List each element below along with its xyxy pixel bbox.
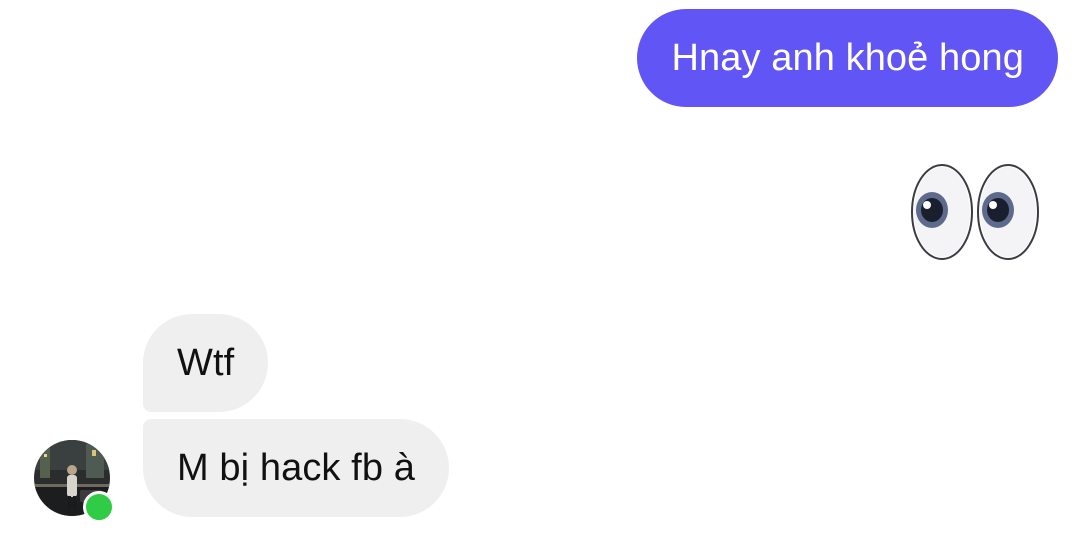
online-status-indicator — [83, 491, 115, 523]
chat-thread: Hnay anh khoẻ hong Wtf M bị hack fb à — [0, 0, 1080, 547]
outgoing-message-bubble[interactable]: Hnay anh khoẻ hong — [637, 9, 1058, 107]
incoming-message-text: M bị hack fb à — [177, 447, 415, 489]
outgoing-message-text: Hnay anh khoẻ hong — [671, 37, 1024, 79]
eyes-emoji-icon[interactable] — [910, 162, 1040, 262]
incoming-message-bubble[interactable]: M bị hack fb à — [143, 419, 449, 517]
incoming-message-bubble[interactable]: Wtf — [143, 314, 269, 412]
incoming-message-text: Wtf — [177, 342, 235, 384]
